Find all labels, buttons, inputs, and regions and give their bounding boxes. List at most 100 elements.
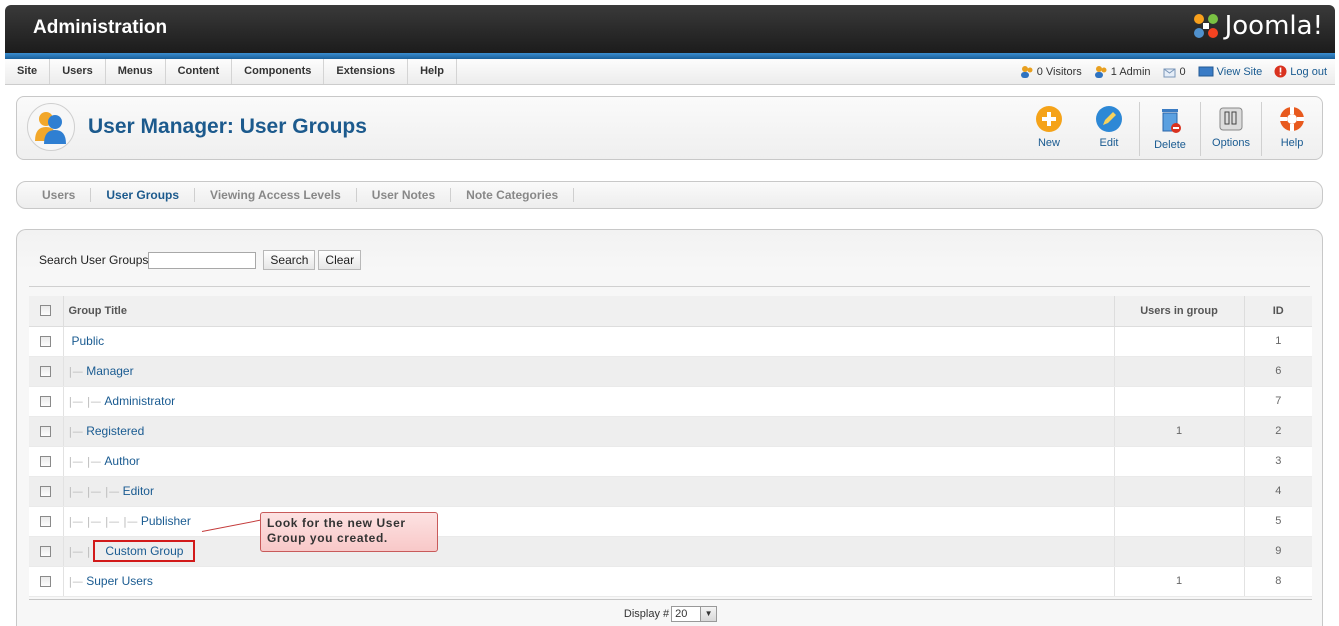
group-link[interactable]: Publisher <box>141 514 191 528</box>
options-icon <box>1219 107 1243 131</box>
new-button[interactable]: New <box>1019 102 1079 156</box>
menu-components[interactable]: Components <box>232 59 325 84</box>
users-count-cell <box>1114 326 1245 357</box>
options-button[interactable]: Options <box>1201 102 1261 156</box>
menu-users[interactable]: Users <box>50 59 106 84</box>
menu-site[interactable]: Site <box>5 59 51 84</box>
row-checkbox[interactable] <box>40 396 52 408</box>
menu-content[interactable]: Content <box>166 59 233 84</box>
group-link[interactable]: Custom Group <box>105 544 183 558</box>
row-checkbox[interactable] <box>40 426 52 438</box>
messages-icon <box>1163 68 1176 77</box>
delete-label: Delete <box>1154 139 1186 151</box>
row-checkbox[interactable] <box>40 486 52 498</box>
tree-indent: |— |— |— |— <box>68 515 138 528</box>
group-title-cell: |— Registered <box>63 416 1115 447</box>
users-in-group-header[interactable]: Users in group <box>1114 296 1245 327</box>
group-id-cell: 4 <box>1244 476 1312 507</box>
row-checkbox-cell <box>29 386 64 417</box>
status-bar: 0 Visitors 1 Admin 0 View Site Log out <box>1008 59 1327 84</box>
joomla-logo[interactable]: Joomla! <box>1191 11 1323 41</box>
visitors-count: 0 Visitors <box>1036 65 1082 78</box>
tree-indent: |— |— |— <box>68 485 120 498</box>
group-title-cell: |— | Custom Group <box>63 536 1115 567</box>
row-checkbox[interactable] <box>40 456 52 468</box>
help-button[interactable]: Help <box>1262 102 1322 156</box>
tab-user-notes[interactable]: User Notes <box>357 188 452 202</box>
users-count-cell <box>1114 476 1245 507</box>
menu-extensions[interactable]: Extensions <box>324 59 409 84</box>
menubar: Site Users Menus Content Components Exte… <box>5 59 1335 85</box>
logo-text: Joomla! <box>1224 11 1323 41</box>
group-title-cell: |— |— |— |— Publisher <box>63 506 1115 537</box>
messages-status[interactable]: 0 <box>1163 66 1186 78</box>
tree-indent: |— <box>68 425 84 438</box>
select-all-checkbox[interactable] <box>40 305 52 317</box>
annotation-callout: Look for the new User Group you created. <box>260 512 438 552</box>
toolbar-panel: User Manager: User Groups New Edit Delet… <box>16 96 1323 160</box>
search-input[interactable] <box>148 251 257 269</box>
users-count-cell: 1 <box>1114 566 1245 597</box>
users-count-cell <box>1114 506 1245 537</box>
admin-icon <box>1094 65 1107 78</box>
logout-icon <box>1274 65 1287 78</box>
toolbar-buttons: New Edit Delete Options Help <box>1019 102 1322 156</box>
users-count-cell <box>1114 446 1245 477</box>
group-link[interactable]: Super Users <box>86 574 153 588</box>
row-checkbox-cell <box>29 566 64 597</box>
group-id-cell: 2 <box>1244 416 1312 447</box>
row-checkbox-cell <box>29 446 64 477</box>
chevron-down-icon: ▼ <box>700 606 717 621</box>
group-link[interactable]: Editor <box>123 484 154 498</box>
tree-indent: |— |— <box>68 395 102 408</box>
trash-icon <box>1162 109 1181 133</box>
user-groups-icon <box>27 103 75 151</box>
row-checkbox[interactable] <box>40 366 52 378</box>
group-title-cell: |— |— Author <box>63 446 1115 477</box>
group-link[interactable]: Registered <box>86 424 144 438</box>
tab-user-groups[interactable]: User Groups <box>91 188 196 202</box>
view-site-link[interactable]: View Site <box>1198 66 1262 78</box>
group-link[interactable]: Author <box>104 454 139 468</box>
group-title-header[interactable]: Group Title <box>63 296 1115 327</box>
tree-indent: |— <box>68 575 84 588</box>
page-title: User Manager: User Groups <box>88 115 367 138</box>
edit-icon <box>1096 106 1122 132</box>
header-title: Administration <box>33 17 168 38</box>
group-link[interactable]: Administrator <box>104 394 175 408</box>
options-label: Options <box>1212 137 1250 149</box>
row-checkbox[interactable] <box>40 516 52 528</box>
visitors-status: 0 Visitors <box>1020 65 1082 78</box>
menu-menus[interactable]: Menus <box>106 59 166 84</box>
group-link[interactable]: Manager <box>86 364 133 378</box>
group-id-cell: 6 <box>1244 356 1312 387</box>
group-id-cell: 7 <box>1244 386 1312 417</box>
filter-bar: Search User Groups Search Clear <box>39 250 362 270</box>
search-label: Search User Groups <box>39 253 149 267</box>
group-link[interactable]: Public <box>72 334 105 348</box>
pagination-footer: Display # 20 ▼ <box>29 599 1312 626</box>
group-id-cell: 8 <box>1244 566 1312 597</box>
tab-users[interactable]: Users <box>27 188 92 202</box>
tab-viewing-access-levels[interactable]: Viewing Access Levels <box>195 188 357 202</box>
group-id-cell: 3 <box>1244 446 1312 477</box>
row-checkbox[interactable] <box>40 576 52 588</box>
edit-button[interactable]: Edit <box>1079 102 1139 156</box>
menu-help[interactable]: Help <box>408 59 457 84</box>
tab-note-categories[interactable]: Note Categories <box>451 188 575 202</box>
users-count-cell <box>1114 536 1245 567</box>
delete-button[interactable]: Delete <box>1140 102 1200 156</box>
visitors-icon <box>1020 65 1033 78</box>
monitor-icon <box>1198 66 1214 76</box>
table-header-row: Group Title Users in group ID <box>29 296 1312 327</box>
id-header[interactable]: ID <box>1244 296 1312 327</box>
group-id-cell: 1 <box>1244 326 1312 357</box>
help-label: Help <box>1280 137 1304 149</box>
search-button[interactable]: Search <box>263 250 316 270</box>
row-checkbox[interactable] <box>40 546 52 558</box>
logout-link[interactable]: Log out <box>1274 65 1327 78</box>
clear-button[interactable]: Clear <box>318 250 362 270</box>
table-row: |— Manager 6 <box>29 356 1312 387</box>
row-checkbox[interactable] <box>40 336 52 348</box>
limit-select[interactable]: 20 ▼ <box>671 605 718 622</box>
